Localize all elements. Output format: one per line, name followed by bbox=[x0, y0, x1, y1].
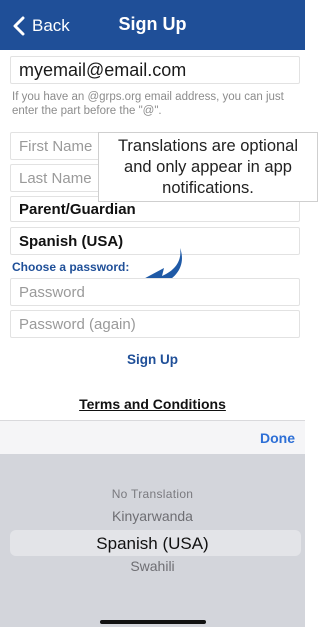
picker-option[interactable]: Swahili bbox=[0, 558, 305, 574]
email-field[interactable] bbox=[10, 56, 300, 84]
sign-up-button[interactable]: Sign Up bbox=[0, 352, 305, 367]
picker-option[interactable]: Kinyarwanda bbox=[0, 508, 305, 524]
done-button[interactable]: Done bbox=[260, 430, 295, 446]
email-input[interactable] bbox=[19, 59, 299, 81]
picker-toolbar: Done bbox=[0, 420, 305, 454]
picker-option-selected[interactable]: Spanish (USA) bbox=[0, 534, 305, 554]
password-again-field[interactable] bbox=[10, 310, 300, 338]
password-again-input[interactable] bbox=[19, 315, 299, 333]
terms-and-conditions-link[interactable]: Terms and Conditions bbox=[0, 396, 305, 412]
picker-option[interactable]: No Translation bbox=[0, 487, 305, 501]
home-indicator bbox=[100, 620, 206, 624]
page-title: Sign Up bbox=[118, 14, 187, 34]
password-field[interactable] bbox=[10, 278, 300, 306]
role-value: Parent/Guardian bbox=[19, 200, 136, 218]
password-input[interactable] bbox=[19, 283, 299, 301]
choose-password-label: Choose a password: bbox=[12, 260, 130, 274]
translation-tooltip: Translations are optional and only appea… bbox=[98, 132, 318, 202]
language-picker[interactable]: No Translation Kinyarwanda Spanish (USA)… bbox=[0, 454, 305, 627]
language-value: Spanish (USA) bbox=[19, 232, 124, 250]
navigation-bar: Back Sign Up bbox=[0, 0, 305, 50]
email-hint: If you have an @grps.org email address, … bbox=[12, 91, 284, 117]
